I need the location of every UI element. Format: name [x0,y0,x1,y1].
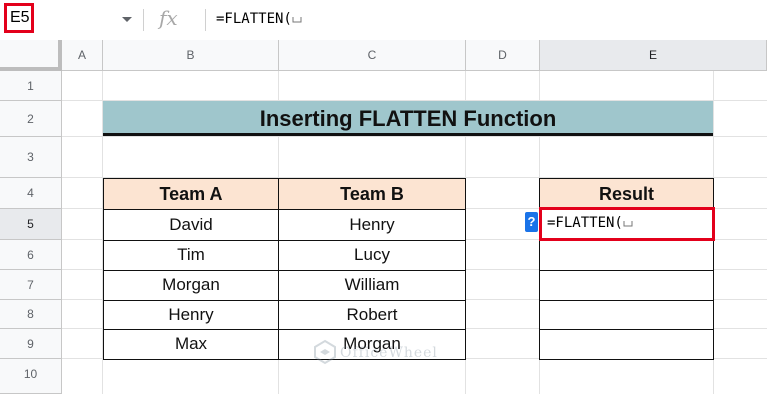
gridline [62,136,767,137]
column-header-d[interactable]: D [466,40,540,71]
row-header-1[interactable]: 1 [0,71,62,101]
space-marker-icon [292,11,302,27]
formula-bar-divider [205,9,206,31]
column-header-b[interactable]: B [103,40,279,71]
fx-icon: fx [159,6,178,30]
space-marker-icon [623,215,633,231]
formula-bar-divider [143,9,144,31]
select-all-corner[interactable] [0,40,62,71]
formula-bar: E5 fx =FLATTEN( [0,0,767,41]
row-header-7[interactable]: 7 [0,270,62,300]
team-b-cell[interactable]: William [278,270,466,301]
column-header-c[interactable]: C [279,40,466,71]
sheet-grid[interactable]: A B C D E 1 2 3 4 5 6 7 8 9 10 Inserting… [0,40,767,394]
column-header-a[interactable]: A [62,40,103,71]
spreadsheet-app: E5 fx =FLATTEN( A B C D E 1 2 3 4 5 6 7 … [0,0,767,394]
formula-text: =FLATTEN( [216,11,292,27]
row-header-5[interactable]: 5 [0,209,62,240]
team-a-cell[interactable]: David [103,209,279,241]
row-header-10[interactable]: 10 [0,359,62,394]
formula-help-icon[interactable]: ? [525,212,538,232]
team-b-cell[interactable]: Robert [278,300,466,330]
formula-input[interactable]: =FLATTEN( [216,10,302,28]
team-b-cell[interactable]: Lucy [278,240,466,271]
team-a-cell[interactable]: Max [103,329,279,360]
row-header-9[interactable]: 9 [0,329,62,359]
row-header-4[interactable]: 4 [0,178,62,209]
active-cell-formula: =FLATTEN( [547,215,623,231]
result-header: Result [539,178,714,210]
watermark: OfficeWheel [312,339,462,369]
row-header-3[interactable]: 3 [0,137,62,178]
column-header-e[interactable]: E [540,40,767,71]
name-box[interactable]: E5 [4,3,34,33]
team-a-header: Team A [103,178,279,210]
name-box-dropdown-icon[interactable] [120,12,134,26]
result-cell[interactable] [539,240,714,271]
watermark-logo-icon [314,339,336,365]
team-b-cell[interactable]: Henry [278,209,466,241]
active-cell-editor[interactable]: =FLATTEN( [547,215,633,231]
active-cell-e5[interactable]: =FLATTEN( [539,207,715,241]
watermark-text: OfficeWheel [340,345,438,361]
team-a-cell[interactable]: Morgan [103,270,279,301]
sheet-title: Inserting FLATTEN Function [103,101,713,136]
result-cell[interactable] [539,270,714,301]
team-a-cell[interactable]: Henry [103,300,279,330]
team-a-cell[interactable]: Tim [103,240,279,271]
result-cell[interactable] [539,329,714,360]
result-cell[interactable] [539,300,714,330]
row-header-6[interactable]: 6 [0,240,62,270]
row-header-2[interactable]: 2 [0,101,62,137]
team-b-header: Team B [278,178,466,210]
row-header-8[interactable]: 8 [0,300,62,329]
